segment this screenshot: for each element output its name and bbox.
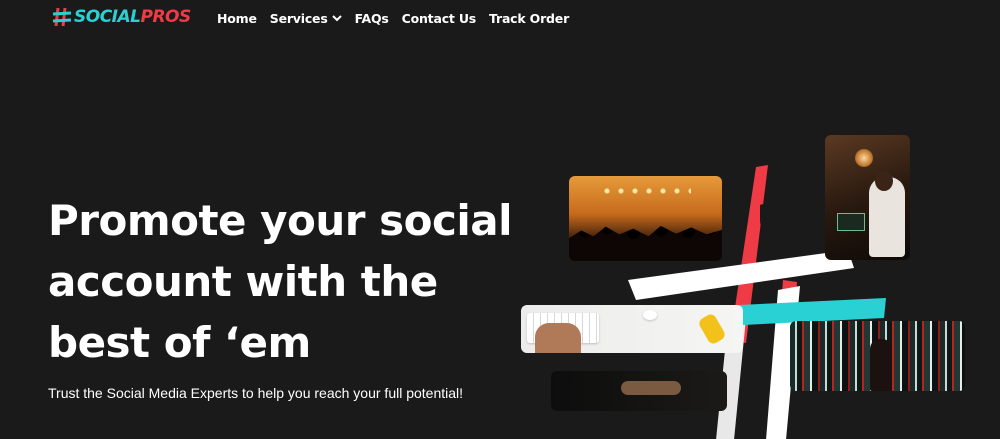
nav-contact-us[interactable]: Contact Us [401,11,477,26]
hero-title-line3: best of ‘em [48,318,311,367]
chevron-down-icon [331,15,342,22]
logo-text: SOCIALPROS [74,7,191,27]
site-header: SOCIALPROS Home Services FAQs Contact Us… [0,0,1000,36]
hero-collage [518,130,968,439]
site-logo[interactable]: SOCIALPROS [52,5,191,29]
concert-crowd-image [569,176,722,261]
main-nav: Home Services FAQs Contact Us Track Orde… [217,11,582,26]
nav-faqs-label: FAQs [354,11,389,26]
keyboard-desk-image [521,305,743,353]
hero-title-line2: account with the [48,257,438,306]
man-at-laptop-image [825,135,910,260]
nav-faqs[interactable]: FAQs [355,11,389,26]
nav-home[interactable]: Home [217,11,257,26]
hashtag-logo-icon [52,7,72,27]
nav-track-order[interactable]: Track Order [489,11,569,26]
hero-title-line1: Promote your social [48,196,513,245]
logo-text-pros: PROS [140,7,192,27]
hero-title: Promote your social account with the bes… [48,190,518,373]
nav-services[interactable]: Services [270,11,342,26]
nav-contact-us-label: Contact Us [401,11,477,26]
hand-phone-image [551,371,727,411]
logo-text-social: SOCIAL [74,7,141,27]
hero-subtitle: Trust the Social Media Experts to help y… [48,385,464,401]
nav-track-order-label: Track Order [489,11,570,26]
nav-services-label: Services [269,11,328,26]
nav-home-label: Home [217,11,257,26]
neon-stripes-image [790,321,965,391]
